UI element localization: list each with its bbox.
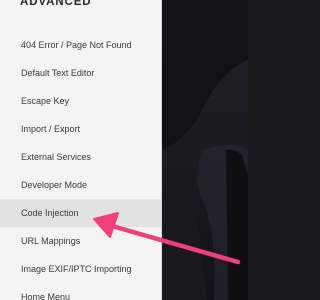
- site-preview-pane: [162, 0, 248, 300]
- nav-item-url-mappings[interactable]: URL Mappings: [0, 227, 161, 255]
- nav-item-404-error[interactable]: 404 Error / Page Not Found: [0, 31, 161, 59]
- advanced-nav-list: 404 Error / Page Not Found Default Text …: [0, 31, 161, 300]
- nav-item-default-text-editor[interactable]: Default Text Editor: [0, 59, 161, 87]
- nav-item-external-services[interactable]: External Services: [0, 143, 161, 171]
- section-title: ADVANCED: [20, 0, 92, 8]
- nav-item-code-injection[interactable]: Code Injection: [0, 199, 161, 227]
- settings-window: ADVANCED 404 Error / Page Not Found Defa…: [0, 0, 248, 300]
- nav-item-image-exif-iptc[interactable]: Image EXIF/IPTC Importing: [0, 255, 161, 283]
- preview-silhouette-image: [162, 0, 248, 300]
- nav-item-escape-key[interactable]: Escape Key: [0, 87, 161, 115]
- advanced-settings-sidebar: ADVANCED 404 Error / Page Not Found Defa…: [0, 0, 162, 300]
- nav-item-home-menu[interactable]: Home Menu: [0, 283, 161, 300]
- nav-item-developer-mode[interactable]: Developer Mode: [0, 171, 161, 199]
- nav-item-import-export[interactable]: Import / Export: [0, 115, 161, 143]
